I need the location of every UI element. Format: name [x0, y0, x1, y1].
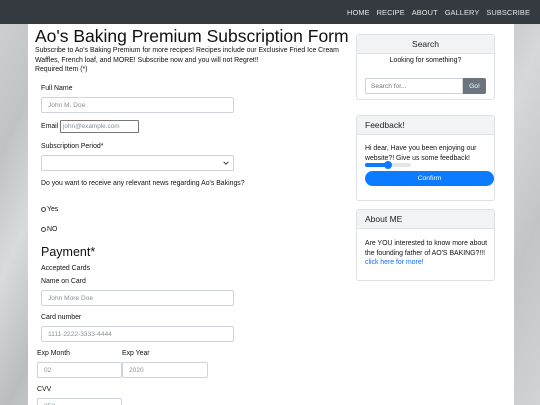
sidebar-search-input[interactable] — [365, 78, 463, 94]
news-yes-label: Yes — [47, 206, 59, 213]
about-text-block: Are YOU interested to know more about th… — [365, 239, 493, 268]
about-card: About ME Are YOU interested to know more… — [356, 209, 495, 281]
nav-link-subscribe[interactable]: SUBSCRIBE — [486, 8, 530, 17]
news-yes-option[interactable]: Yes — [41, 206, 58, 213]
nav-link-about[interactable]: ABOUT — [412, 8, 438, 17]
required-note: Required Item (*) — [35, 66, 88, 74]
cvv-label: CVV — [37, 386, 52, 393]
confirm-button[interactable]: Confirm — [365, 171, 494, 186]
nav-links: HOME RECIPE ABOUT GALLERY SUBSCRIBE — [340, 0, 530, 24]
news-question: Do you want to receive any relevant news… — [41, 180, 245, 187]
full-name-input[interactable] — [41, 97, 234, 113]
news-no-option[interactable]: NO — [41, 226, 57, 233]
payment-heading: Payment* — [41, 245, 96, 259]
cvv-input[interactable] — [37, 398, 122, 405]
search-prompt: Looking for something? — [389, 57, 462, 64]
radio-no[interactable] — [41, 227, 46, 232]
card-number-label: Card number — [41, 314, 82, 321]
search-card-heading: Search — [357, 35, 494, 54]
about-text: Are YOU interested to know more about th… — [365, 240, 488, 257]
exp-year-input[interactable] — [122, 362, 208, 378]
subscription-period-label: Subscription Period* — [41, 143, 104, 150]
name-on-card-label: Name on Card — [41, 278, 86, 285]
email-input[interactable] — [60, 120, 139, 133]
nav-link-home[interactable]: HOME — [347, 8, 370, 17]
name-on-card-input[interactable] — [41, 290, 234, 306]
full-name-label: Full Name — [41, 85, 73, 92]
card-number-input[interactable] — [41, 326, 234, 342]
accepted-cards-label: Accepted Cards — [41, 265, 91, 272]
main-content: Ao's Baking Premium Subscription Form Su… — [28, 24, 514, 405]
exp-month-input[interactable] — [37, 362, 122, 378]
slider-thumb[interactable] — [384, 161, 392, 169]
intro-text: Subscribe to Ao's Baking Premium for mor… — [35, 47, 339, 64]
exp-year-label: Exp Year — [122, 350, 150, 357]
email-label: Email — [41, 123, 59, 130]
nav-link-gallery[interactable]: GALLERY — [445, 8, 480, 17]
feedback-text: Hi dear, Have you been enjoying our webs… — [365, 145, 477, 162]
form-intro: Subscribe to Ao's Baking Premium for mor… — [35, 46, 355, 75]
radio-yes[interactable] — [41, 207, 46, 212]
feedback-rating-slider[interactable] — [365, 161, 411, 169]
search-card: Search Looking for something? Go! — [356, 34, 495, 100]
search-go-button[interactable]: Go! — [463, 78, 486, 94]
nav-link-recipe[interactable]: RECIPE — [377, 8, 405, 17]
exp-month-label: Exp Month — [37, 350, 70, 357]
feedback-card: Feedback! Hi dear, Have you been enjoyin… — [356, 115, 495, 201]
feedback-card-heading: Feedback! — [357, 116, 494, 135]
chevron-down-icon — [223, 161, 229, 165]
news-no-label: NO — [47, 226, 58, 233]
about-more-link[interactable]: click here for more! — [365, 259, 424, 266]
subscription-period-select[interactable] — [41, 155, 234, 171]
about-card-heading: About ME — [357, 210, 494, 229]
page-title: Ao's Baking Premium Subscription Form — [35, 26, 349, 46]
top-navbar: HOME RECIPE ABOUT GALLERY SUBSCRIBE — [0, 0, 540, 24]
